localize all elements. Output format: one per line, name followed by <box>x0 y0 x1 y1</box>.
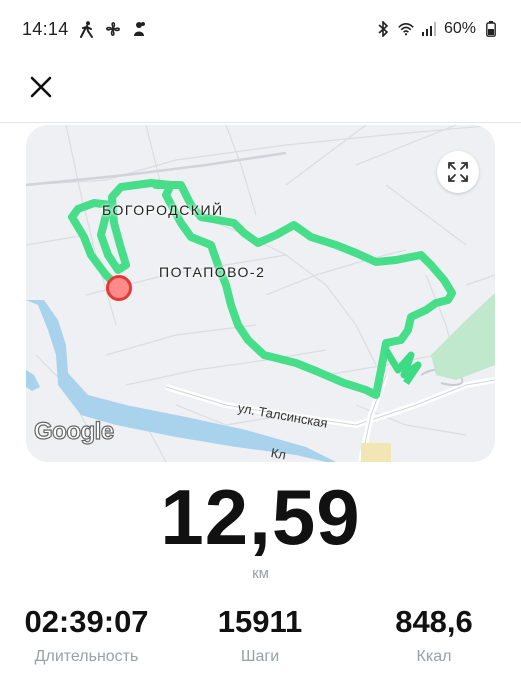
battery-icon <box>483 20 499 38</box>
stat-calories: 848,6 Ккал <box>364 604 504 666</box>
battery-percent: 60% <box>443 20 476 37</box>
status-bar: 14:14 60% <box>0 0 521 58</box>
district-label: ПОТАПОВО-2 <box>159 264 266 280</box>
google-logo: Google <box>33 417 114 445</box>
stat-label: Шаги <box>240 648 280 665</box>
route-map[interactable]: БОГОРОДСКИЙ ПОТАПОВО-2 ул. Талсинская Кл… <box>26 125 495 462</box>
district-label: БОГОРОДСКИЙ <box>102 202 224 218</box>
top-bar <box>0 58 521 123</box>
stat-value: 848,6 <box>395 604 473 639</box>
expand-icon <box>448 162 468 182</box>
bluetooth-icon <box>375 20 391 38</box>
start-marker <box>106 275 132 301</box>
distance-value: 12,59 <box>160 473 361 561</box>
close-icon <box>30 76 52 98</box>
stat-duration: 02:39:07 Длительность <box>14 604 159 666</box>
signal-icon <box>421 20 437 38</box>
expand-map-button[interactable] <box>437 151 479 193</box>
close-button[interactable] <box>22 68 60 106</box>
notification-icon <box>131 20 147 38</box>
distance-unit: км <box>252 565 269 582</box>
stat-label: Ккал <box>416 648 452 665</box>
wifi-icon <box>398 20 414 38</box>
fan-icon <box>105 20 121 38</box>
stat-value: 15911 <box>217 604 303 639</box>
stat-steps: 15911 Шаги <box>190 604 330 666</box>
status-right: 60% <box>375 20 499 38</box>
stat-value: 02:39:07 <box>24 604 149 639</box>
status-left: 14:14 <box>22 19 147 40</box>
street-label: Кл <box>269 445 288 462</box>
stat-label: Длительность <box>34 648 139 665</box>
walk-icon <box>79 20 95 38</box>
status-time: 14:14 <box>22 18 69 39</box>
